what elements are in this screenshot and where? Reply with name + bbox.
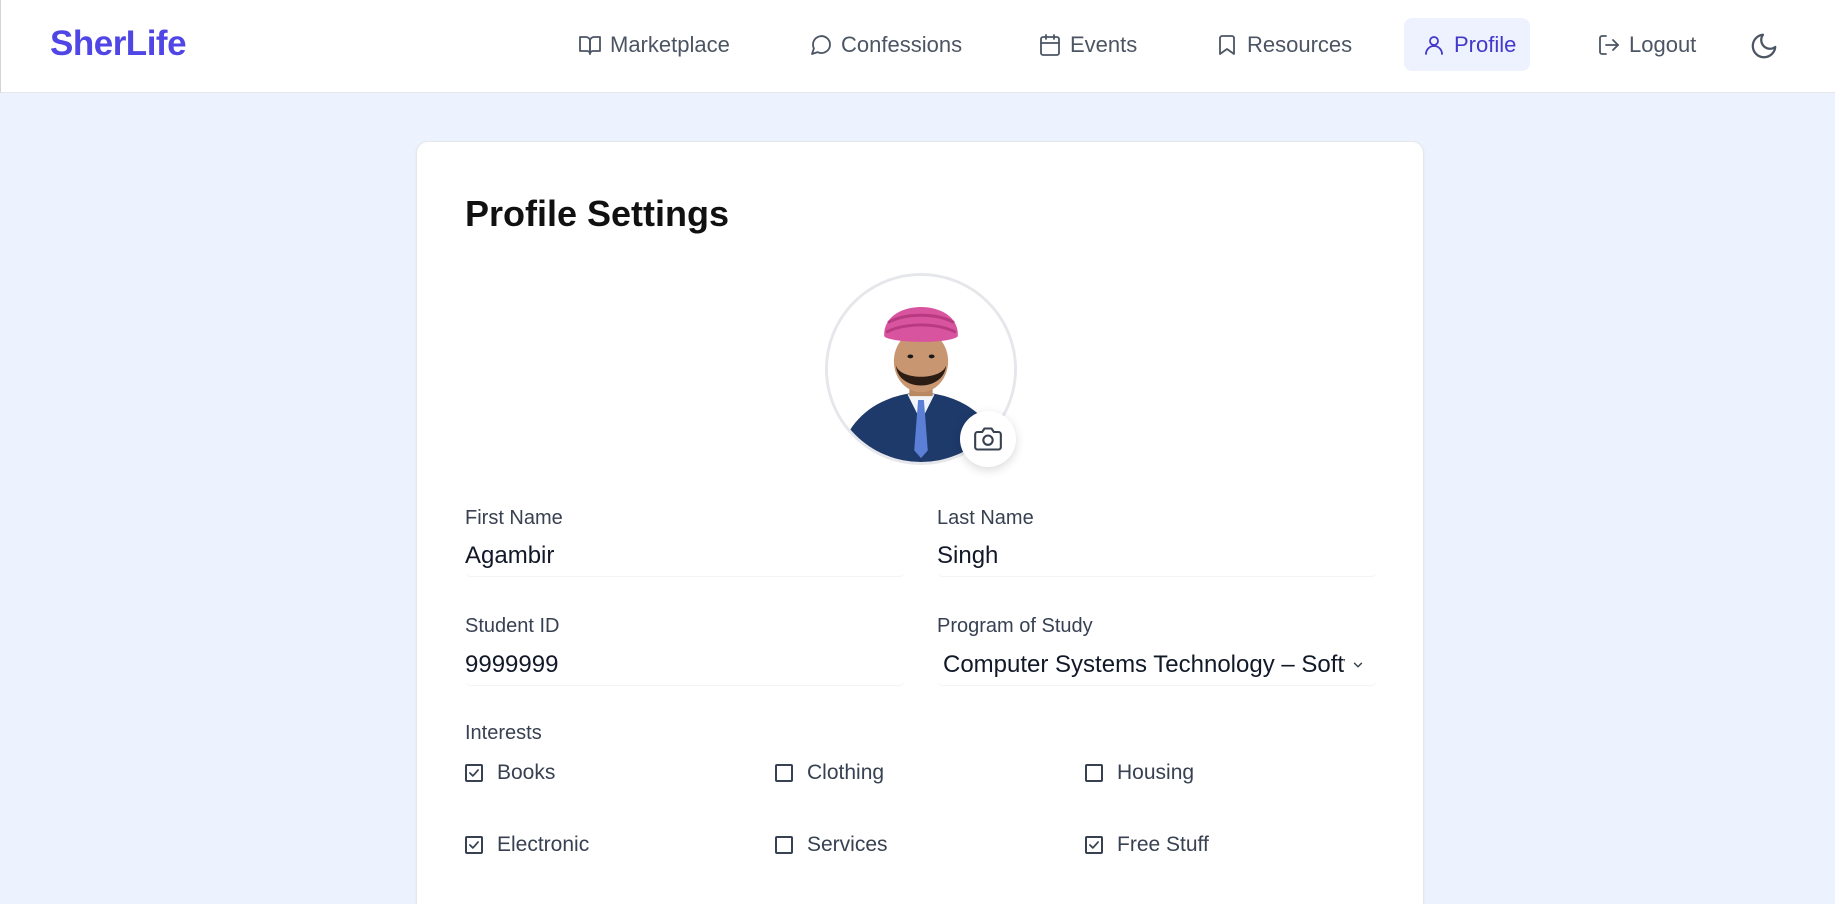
interests-label: Interests xyxy=(465,722,542,744)
nav-logout[interactable]: Logout xyxy=(1579,18,1714,71)
logout-icon xyxy=(1599,34,1619,55)
checkbox-empty-icon[interactable] xyxy=(1085,764,1103,782)
brand-logo[interactable]: SherLife xyxy=(50,24,187,64)
moon-icon xyxy=(1751,33,1777,59)
nav-marketplace-label: Marketplace xyxy=(610,31,730,57)
interest-label: Clothing xyxy=(807,761,885,784)
interest-checkbox-electronic[interactable]: Electronic xyxy=(465,833,589,857)
interest-label: Housing xyxy=(1117,761,1195,784)
checkbox-empty-icon[interactable] xyxy=(775,764,793,782)
student-id-label: Student ID xyxy=(465,615,560,637)
bookmark-icon xyxy=(1219,34,1235,55)
nav-confessions[interactable]: Confessions xyxy=(791,18,980,71)
interest-checkbox-housing[interactable]: Housing xyxy=(1085,761,1194,785)
interest-label: Books xyxy=(497,761,556,784)
nav-resources[interactable]: Resources xyxy=(1197,18,1370,71)
student-id-input[interactable] xyxy=(465,644,905,686)
page-title: Profile Settings xyxy=(465,193,730,234)
program-label: Program of Study xyxy=(937,615,1093,637)
chevron-down-icon xyxy=(1353,662,1363,667)
interest-label: Electronic xyxy=(497,833,590,856)
interest-label: Free Stuff xyxy=(1117,833,1209,856)
checkbox-checked-icon[interactable] xyxy=(1085,836,1103,854)
interest-checkbox-services[interactable]: Services xyxy=(775,833,888,857)
nav-confessions-label: Confessions xyxy=(841,31,963,57)
calendar-icon xyxy=(1040,33,1060,56)
checkbox-checked-icon[interactable] xyxy=(465,836,483,854)
interest-checkbox-clothing[interactable]: Clothing xyxy=(775,761,884,785)
program-select[interactable]: Computer Systems Technology – Software D… xyxy=(937,644,1377,686)
nav-logout-label: Logout xyxy=(1629,31,1697,57)
top-nav: SherLife Marketplace Confessions Events … xyxy=(0,0,1835,93)
nav-events[interactable]: Events xyxy=(1020,18,1155,71)
interest-checkbox-books[interactable]: Books xyxy=(465,761,555,785)
theme-toggle-button[interactable] xyxy=(1747,29,1781,63)
camera-icon xyxy=(974,427,1002,451)
user-icon xyxy=(1425,35,1443,55)
interest-label: Services xyxy=(807,833,888,856)
nav-profile-label: Profile xyxy=(1454,31,1517,57)
last-name-label: Last Name xyxy=(937,507,1034,529)
nav-marketplace[interactable]: Marketplace xyxy=(560,18,748,71)
last-name-input[interactable] xyxy=(937,535,1377,577)
first-name-label: First Name xyxy=(465,507,563,529)
avatar-upload-button[interactable] xyxy=(960,411,1016,467)
program-selected-value: Computer Systems Technology – Software D… xyxy=(943,650,1345,678)
nav-events-label: Events xyxy=(1070,31,1138,57)
nav-profile[interactable]: Profile xyxy=(1404,18,1530,71)
checkbox-empty-icon[interactable] xyxy=(775,836,793,854)
chat-bubble-icon xyxy=(811,34,831,55)
first-name-input[interactable] xyxy=(465,535,905,577)
checkbox-checked-icon[interactable] xyxy=(465,764,483,782)
interest-checkbox-free-stuff[interactable]: Free Stuff xyxy=(1085,833,1209,857)
book-open-icon xyxy=(579,35,601,55)
profile-settings-card: Profile Settings First Name Agambir Last… xyxy=(416,141,1424,904)
nav-resources-label: Resources xyxy=(1247,31,1353,57)
